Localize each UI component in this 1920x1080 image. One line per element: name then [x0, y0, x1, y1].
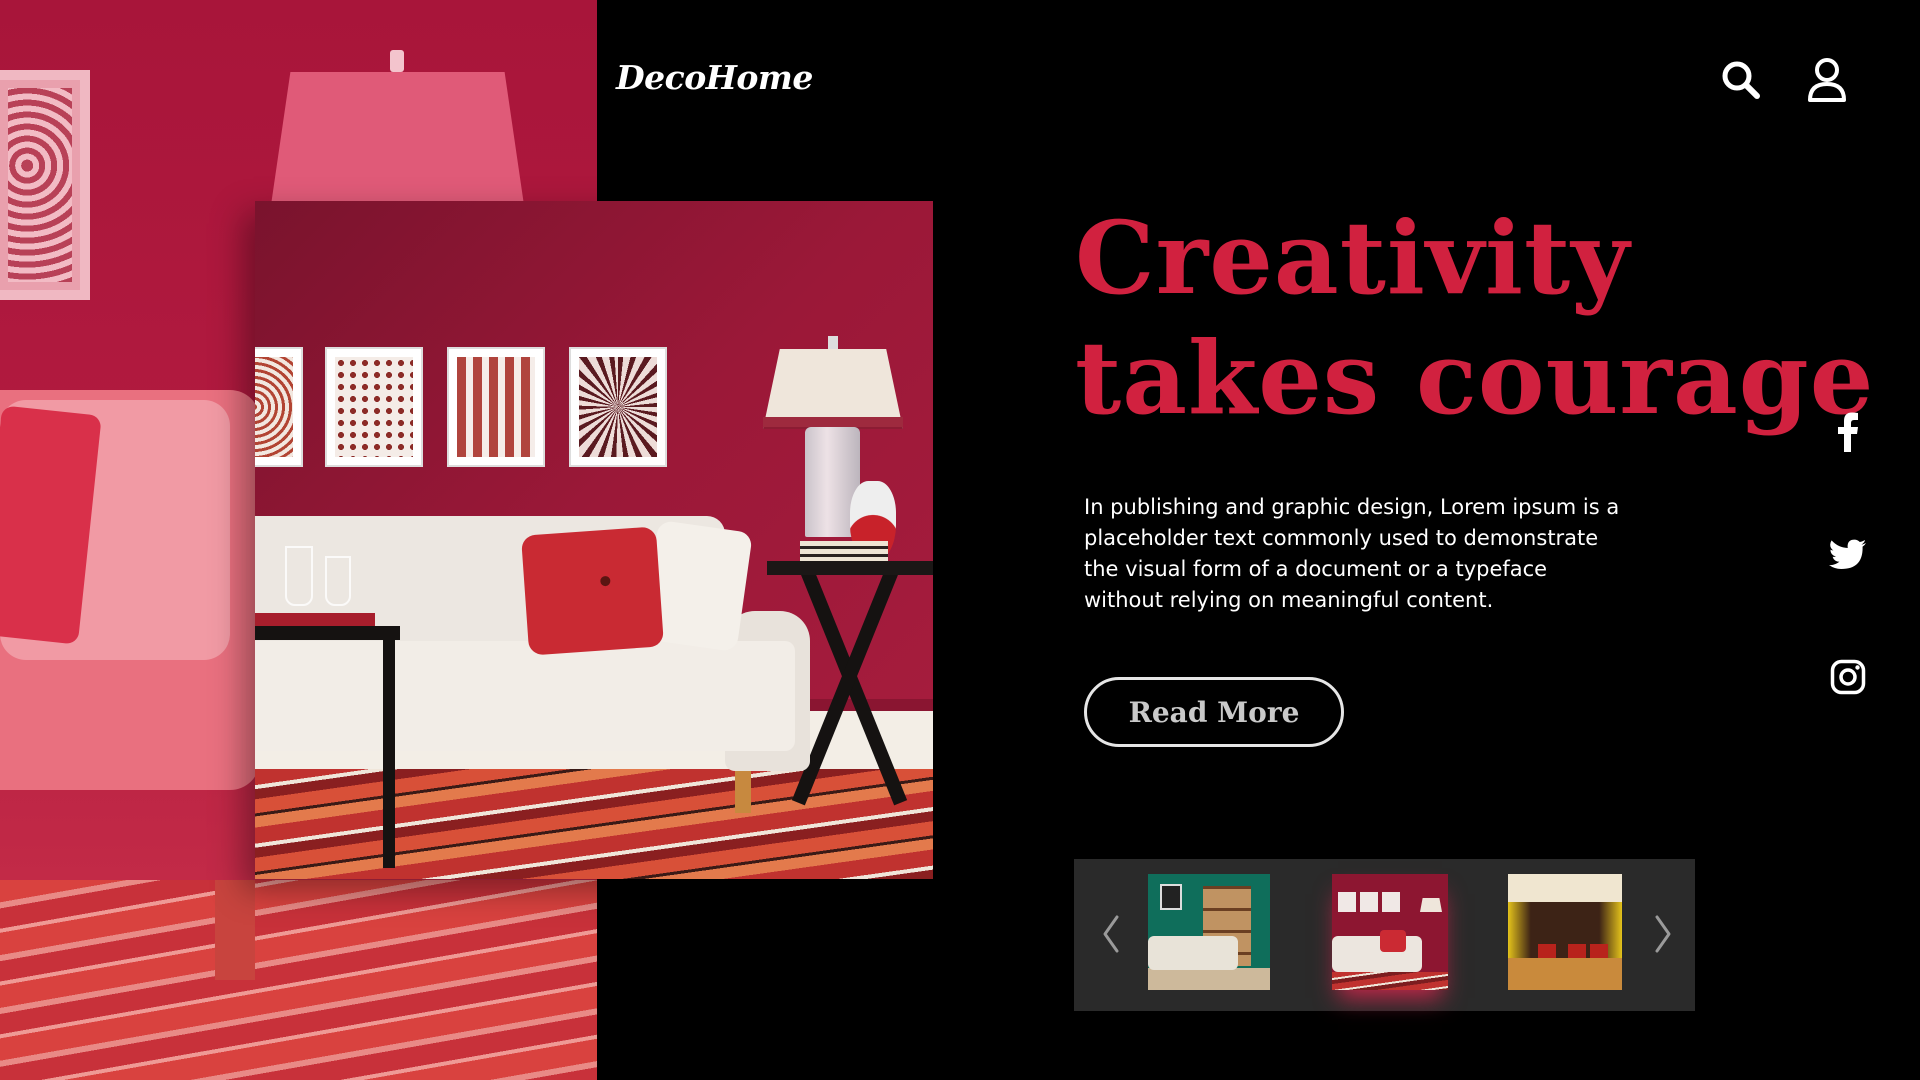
instagram-icon	[1830, 659, 1866, 695]
facebook-link[interactable]	[1826, 410, 1870, 454]
chevron-right-icon	[1655, 915, 1671, 953]
sofa-leg	[735, 771, 751, 813]
wall-art-3	[447, 347, 545, 467]
facebook-icon	[1838, 412, 1858, 452]
carousel-thumbnail-2-active[interactable]	[1332, 874, 1448, 990]
user-icon	[1808, 58, 1846, 102]
twitter-link[interactable]	[1826, 533, 1870, 577]
wall-art-2	[325, 347, 423, 467]
background-sofa-leg	[215, 880, 255, 980]
headline-line-2: takes courage	[1075, 319, 1875, 437]
wine-glass	[285, 546, 313, 606]
brand-logo[interactable]: DecoHome	[616, 58, 813, 97]
twitter-icon	[1829, 539, 1866, 569]
thumbnail-carousel	[1074, 859, 1695, 1011]
chevron-left-icon	[1103, 915, 1119, 953]
side-table-top	[767, 561, 933, 575]
hero-description: In publishing and graphic design, Lorem …	[1084, 495, 1620, 612]
coffee-table-leg	[383, 638, 395, 868]
instagram-link[interactable]	[1826, 655, 1870, 699]
hero-headline: Creativity takes courage	[1075, 198, 1915, 438]
carousel-thumbnail-3[interactable]	[1508, 874, 1622, 990]
wine-glass	[325, 556, 351, 606]
headline-line-1: Creativity	[1075, 199, 1631, 317]
coffee-table-top	[255, 626, 400, 640]
background-rug	[0, 880, 597, 1080]
lamp-finial	[828, 336, 838, 350]
carousel-prev-button[interactable]	[1094, 904, 1128, 964]
red-pillow	[520, 526, 665, 656]
striped-rug	[255, 769, 933, 879]
wall-art-4	[569, 347, 667, 467]
sofa-seat	[255, 641, 795, 751]
user-account-button[interactable]	[1802, 55, 1852, 105]
carousel-next-button[interactable]	[1646, 904, 1680, 964]
search-button[interactable]	[1716, 55, 1766, 105]
carousel-thumbnail-1[interactable]	[1148, 874, 1270, 990]
lamp-rim	[763, 417, 903, 427]
read-more-button[interactable]: Read More	[1084, 677, 1344, 747]
wall-art-1	[255, 347, 303, 467]
search-icon	[1722, 61, 1760, 99]
red-tray	[255, 613, 375, 627]
background-lamp-finial	[390, 50, 404, 72]
background-art-frame	[0, 70, 90, 300]
hero-image	[255, 201, 933, 879]
background-lamp-shade	[270, 72, 525, 212]
